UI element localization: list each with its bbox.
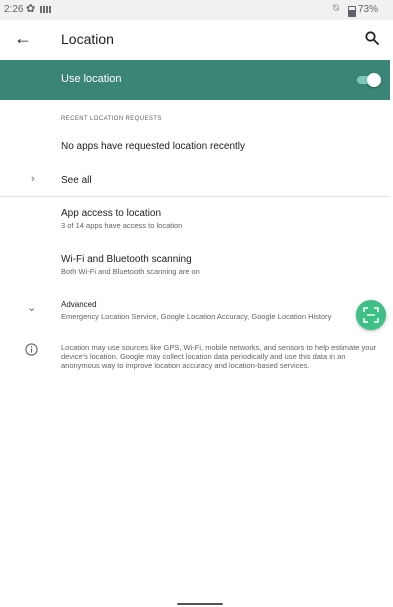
battery-percent: 73% [358,4,379,15]
status-time: 2:26 [4,4,24,15]
wifi-bluetooth-scanning-item[interactable]: Wi-Fi and Bluetooth scanning Both Wi-Fi … [0,254,390,290]
scanning-summary: Both Wi-Fi and Bluetooth scanning are on [61,267,200,276]
use-location-toggle[interactable] [355,73,381,87]
divider [0,196,390,197]
app-access-summary: 3 of 14 apps have access to location [61,221,183,230]
scanning-title: Wi-Fi and Bluetooth scanning [61,254,192,265]
toggle-thumb [367,73,381,87]
app-access-item[interactable]: App access to location 3 of 14 apps have… [0,208,390,244]
chevron-down-icon: ⌄ [27,302,37,314]
battery-icon [348,6,356,17]
recent-requests-header: RECENT LOCATION REQUESTS [61,116,162,122]
advanced-item[interactable]: ⌄ Advanced Emergency Location Service, G… [0,298,390,328]
use-location-bar[interactable]: Use location [0,60,390,100]
see-all-label: See all [61,175,92,186]
app-bar: ← Location [0,20,393,60]
notification-barcode-icon [40,6,52,13]
scan-fab-button[interactable] [356,300,386,330]
chevron-right-icon: › [31,173,35,185]
advanced-summary: Emergency Location Service, Google Locat… [61,312,332,321]
no-recent-requests-text: No apps have requested location recently [61,141,246,152]
search-icon[interactable] [364,30,380,46]
no-sim-icon: ⍉ [333,3,339,14]
settings-gear-icon: ✿ [26,3,36,15]
scan-icon [363,307,379,323]
status-bar: 2:26 ✿ ⍉ 73% [0,0,393,20]
gesture-nav-handle[interactable] [177,603,223,605]
use-location-label: Use location [61,73,122,85]
info-icon [25,343,38,356]
see-all-item[interactable]: › See all [0,168,390,195]
app-access-title: App access to location [61,208,162,219]
advanced-title: Advanced [61,300,97,309]
arrow-back-icon[interactable]: ← [14,28,32,49]
location-info-text: Location may use sources like GPS, Wi-Fi… [61,343,377,370]
page-title: Location [61,31,114,47]
